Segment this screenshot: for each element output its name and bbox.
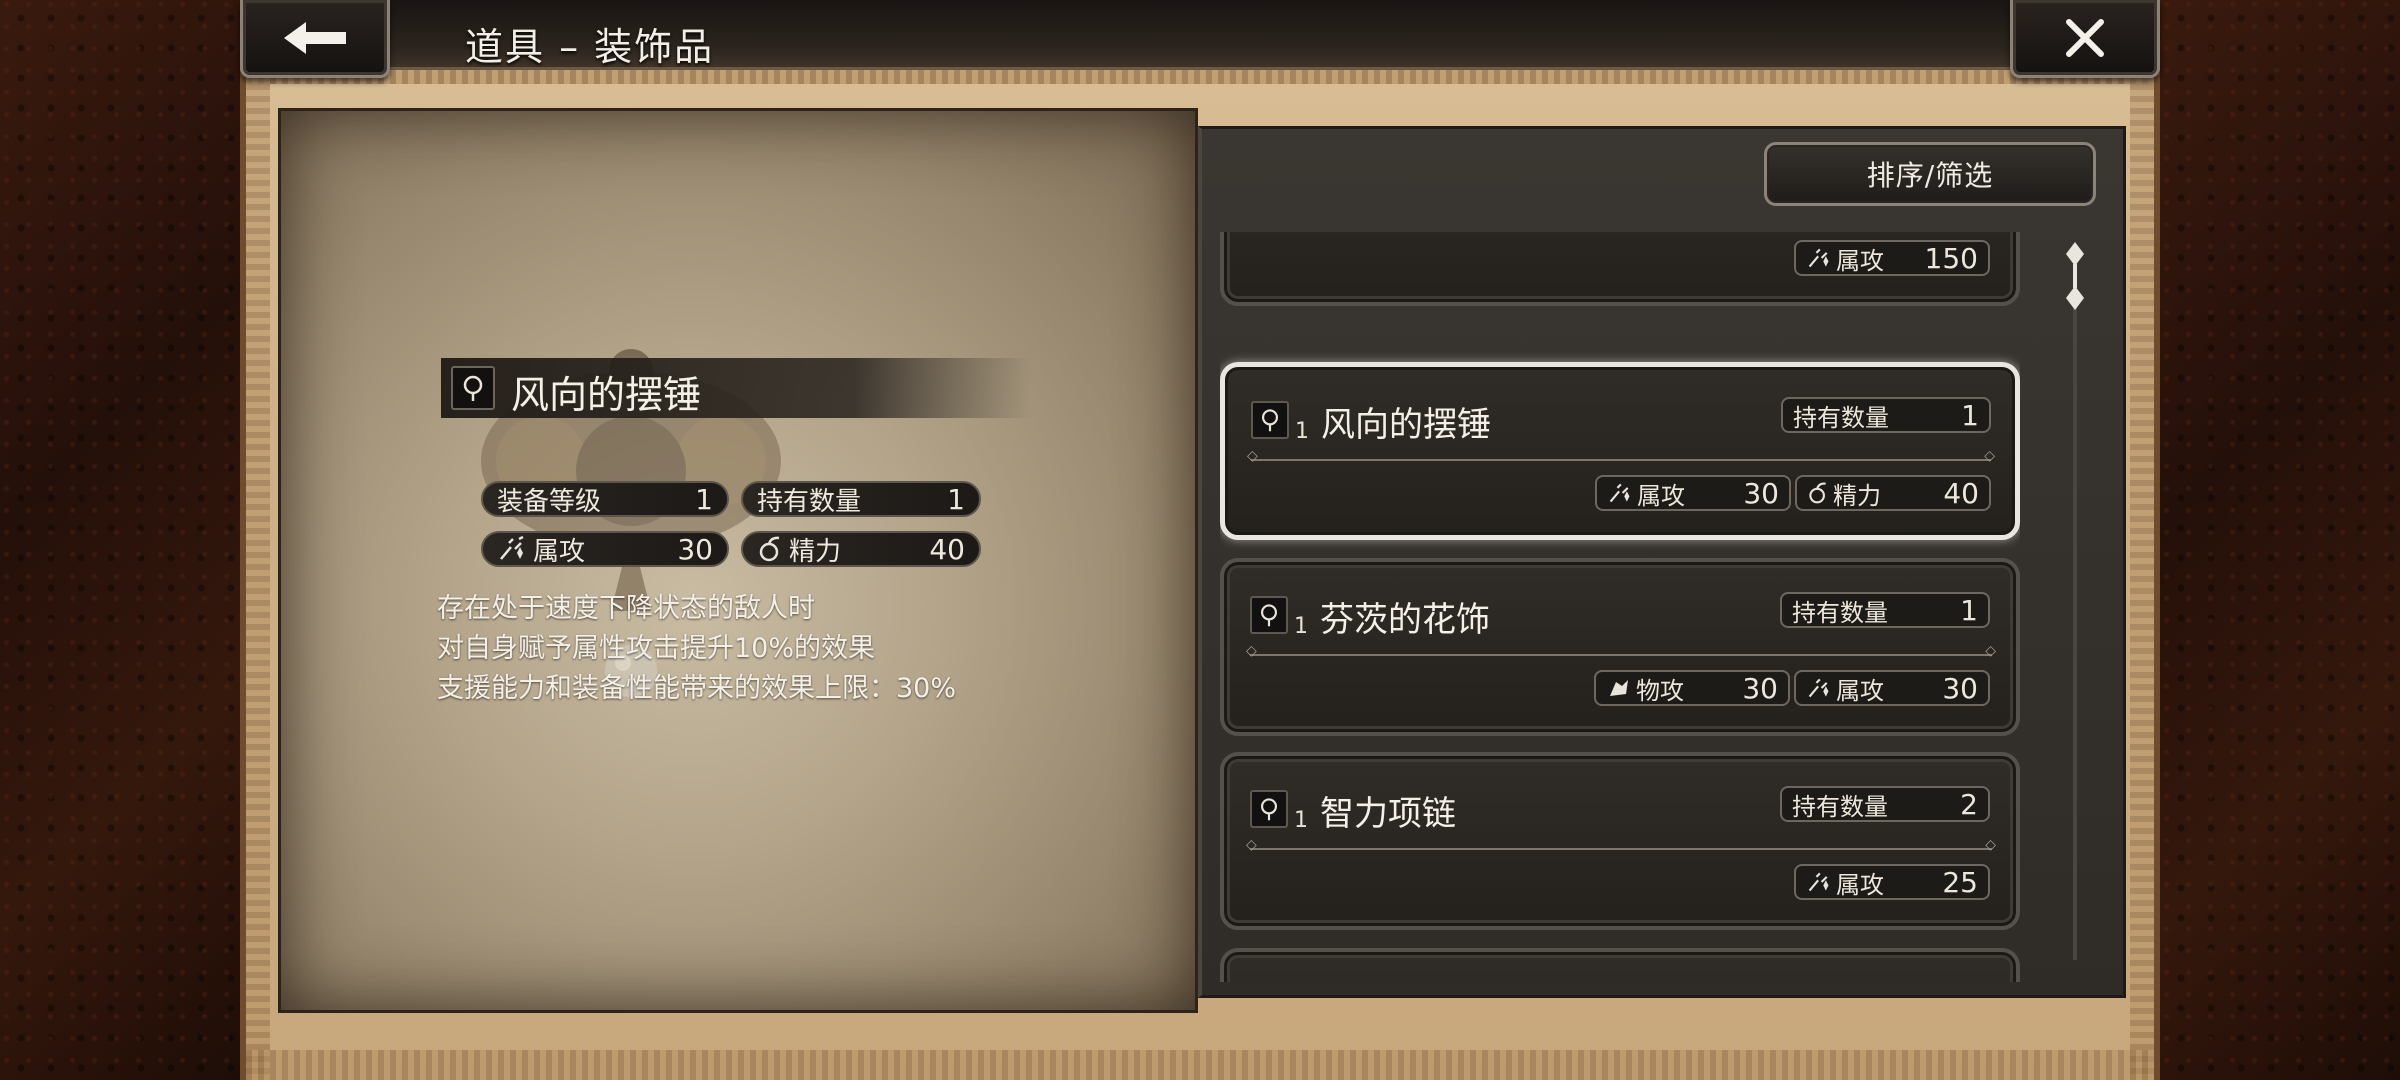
card-level: 1 [1294,808,1308,833]
list-item-selected[interactable]: 1 风向的摆锤 持有数量 1 属攻 30 精力 40 [1220,362,2020,540]
card-stat-label: 属攻 [1637,481,1685,510]
card-stat-value: 25 [1942,865,1978,899]
card-stat: 属攻 30 [1794,670,1990,706]
accessory-pendant-icon [1250,596,1288,634]
list-scrollbar[interactable] [2064,240,2086,970]
left-background-margin [0,0,240,1080]
card-stat-value: 30 [1742,671,1778,705]
item-description: 存在处于速度下降状态的敌人时 对自身赋予属性攻击提升10%的效果 支援能力和装备… [437,589,956,709]
card-stat-value: 150 [1924,241,1978,275]
card-level: 1 [1295,419,1309,444]
card-stat: 精力 40 [1795,475,1991,511]
card-stat-value: 40 [1943,476,1979,510]
card-stat-label: 物攻 [1636,676,1684,705]
close-button[interactable] [2010,0,2160,78]
stamina-value: 40 [929,532,965,566]
detail-item-name: 风向的摆锤 [511,373,702,417]
item-list[interactable]: 属攻 150 1 风向的摆锤 持有数量 1 属攻 30 精力 [1220,232,2020,982]
owned-count-label: 持有数量 [1792,792,1888,821]
list-item-partial[interactable]: 属攻 150 [1220,232,2020,306]
card-stat: 物攻 30 [1594,670,1790,706]
owned-count-value: 1 [1960,593,1978,627]
elemental-attack-icon [1808,678,1829,698]
back-button[interactable] [240,0,390,78]
accessory-pendant-icon [1251,401,1289,439]
sort-filter-button[interactable]: 排序/筛选 [1764,142,2096,206]
elemental-attack-label: 属攻 [533,536,586,567]
elemental-attack-icon [1609,483,1630,503]
owned-count-label: 持有数量 [1792,598,1888,627]
card-item-name: 芬茨的花饰 [1320,600,1490,640]
list-item-partial[interactable] [1220,948,2020,982]
scrollbar-track [2073,260,2077,960]
scrollbar-thumb[interactable] [2064,240,2086,312]
stamina-icon [1809,482,1826,504]
card-owned-count: 持有数量 1 [1780,592,1990,628]
equip-level-label: 装备等级 [497,486,602,517]
accessory-pendant-icon [451,366,495,410]
stamina-icon [759,536,780,562]
description-line: 对自身赋予属性攻击提升10%的效果 [437,633,876,664]
card-item-name: 智力项链 [1320,794,1456,834]
elemental-attack-stat: 属攻 30 [481,531,729,567]
card-owned-count: 持有数量 1 [1781,397,1991,433]
list-item[interactable]: 1 芬茨的花饰 持有数量 1 物攻 30 属攻 30 [1220,558,2020,736]
owned-count-label: 持有数量 [757,486,862,517]
card-stat-value: 30 [1942,671,1978,705]
card-owned-count: 持有数量 2 [1780,786,1990,822]
card-item-name: 风向的摆锤 [1321,405,1491,445]
card-level: 1 [1294,614,1308,639]
card-divider [1246,643,1996,659]
owned-count-value: 1 [1961,398,1979,432]
elemental-attack-icon [500,535,524,560]
accessory-pendant-icon [1250,790,1288,828]
card-stat: 属攻 25 [1794,864,1990,900]
back-arrow-icon [284,21,346,54]
card-stat-label: 属攻 [1836,676,1884,705]
frame-border-left [246,60,270,1080]
stamina-stat: 精力 40 [741,531,981,567]
card-divider [1247,448,1995,464]
description-line: 存在处于速度下降状态的敌人时 [437,593,815,624]
card-stat: 属攻 150 [1794,240,1990,276]
equip-level-field: 装备等级 1 [481,481,729,517]
card-stat-value: 30 [1743,476,1779,510]
card-stat-label: 精力 [1833,481,1881,510]
physical-attack-icon [1610,680,1628,696]
frame-border-right [2130,60,2154,1080]
detail-title-bar: 风向的摆锤 [441,358,1031,418]
right-background-margin [2160,0,2400,1080]
item-detail-panel: 风向的摆锤 装备等级 1 持有数量 1 属攻 30 精力 40 存在处于速度下降… [278,108,1198,1013]
card-stat: 属攻 30 [1595,475,1791,511]
elemental-attack-value: 30 [677,532,713,566]
owned-count-label: 持有数量 [1793,403,1889,432]
equip-level-value: 1 [695,482,713,516]
owned-count-value: 1 [947,482,965,516]
card-stat-label: 属攻 [1836,246,1884,275]
list-item[interactable]: 1 智力项链 持有数量 2 属攻 25 [1220,752,2020,930]
card-stat-label: 属攻 [1836,870,1884,899]
screen-title: 道具 – 装饰品 [465,25,715,69]
owned-count-value: 2 [1960,787,1978,821]
elemental-attack-icon [1808,248,1829,268]
close-icon [2066,18,2104,57]
card-divider [1246,837,1996,853]
owned-count-field: 持有数量 1 [741,481,981,517]
elemental-attack-icon [1808,872,1829,892]
stamina-label: 精力 [789,536,842,567]
description-line: 支援能力和装备性能带来的效果上限：30% [437,673,957,704]
